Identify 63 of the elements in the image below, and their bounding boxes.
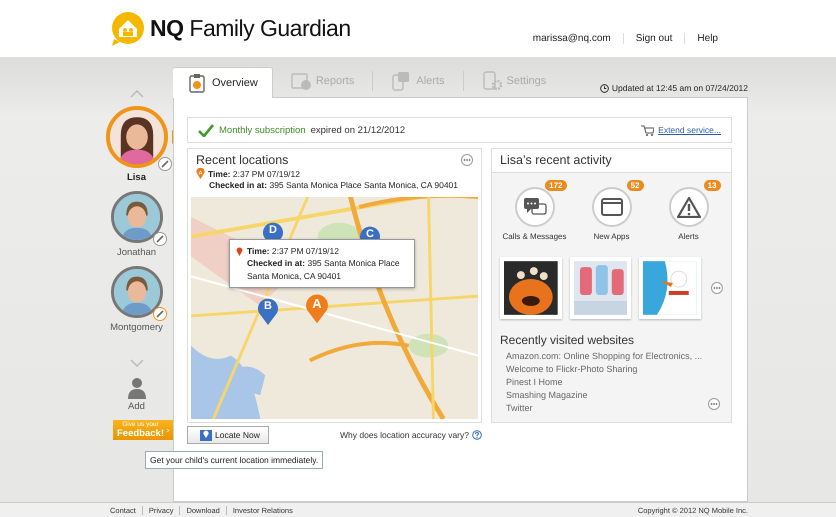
map-pin[interactable]: A <box>305 292 329 324</box>
section-title: Recently visited websites <box>499 332 636 349</box>
website-item[interactable]: Amazon.com: Online Shopping for Electronics, ... <box>492 350 731 363</box>
activity-label: Alerts <box>678 232 699 241</box>
pencil-icon[interactable] <box>158 157 172 171</box>
map-pin[interactable]: B <box>257 297 279 325</box>
phone-gear-icon <box>482 71 502 91</box>
popup-address: Checked in at: 395 Santa Monica Place <box>247 257 400 270</box>
header-link[interactable]: Help <box>684 33 730 44</box>
tab[interactable]: Overview <box>173 67 273 98</box>
card-title: Lisa’s recent activity <box>500 153 612 167</box>
pencil-icon[interactable] <box>152 307 166 321</box>
logo-text: NQ Family Guardian <box>150 15 351 42</box>
child-name: Montgomery <box>110 322 163 333</box>
plan-status: expired on 21/12/2012 <box>310 124 406 136</box>
location-address: Checked in at: 395 Santa Monica Place Santa Monica, CA 90401 <box>209 180 458 190</box>
website-item[interactable]: Pinest I Home <box>492 376 731 389</box>
child-avatar[interactable] <box>110 191 162 243</box>
house-logo-icon <box>110 10 146 46</box>
clock-icon <box>600 84 609 92</box>
count-badge: 172 <box>545 180 566 191</box>
photo-thumbnail[interactable] <box>570 257 632 319</box>
website-item[interactable]: Twitter <box>492 402 731 415</box>
more-icon[interactable] <box>711 282 723 294</box>
photo-thumbnail[interactable] <box>639 257 702 319</box>
child-name: Lisa <box>126 172 146 183</box>
add-label: Add <box>128 401 145 412</box>
plan-name: Monthly subscription <box>219 124 306 136</box>
count-badge: 13 <box>704 180 720 191</box>
child-avatar[interactable] <box>110 266 162 318</box>
website-item[interactable]: Welcome to Flickr-Photo Sharing <box>492 363 731 376</box>
count-badge: 52 <box>626 180 644 191</box>
popup-address: Santa Monica, CA 90401 <box>247 270 342 282</box>
cart-icon <box>641 124 654 136</box>
tooltip: Get your child's current location immediately. <box>145 451 324 469</box>
map-pin-icon <box>200 429 212 441</box>
add-person-icon[interactable] <box>126 377 146 399</box>
header-link[interactable]: marissa@nq.com <box>520 33 623 44</box>
location-pin-icon <box>236 246 243 256</box>
more-icon[interactable] <box>708 398 720 410</box>
website-item[interactable]: Smashing Magazine <box>492 389 731 402</box>
pencil-icon[interactable] <box>152 232 166 246</box>
checkmark-icon <box>198 124 214 136</box>
photo-thumbnail[interactable] <box>500 257 562 319</box>
card-title: Recent locations <box>196 153 288 167</box>
accuracy-link[interactable]: Why does location accuracy vary? <box>340 430 469 440</box>
activity-label: New Apps <box>593 232 630 241</box>
activity-button[interactable] <box>592 187 632 227</box>
location-time: Time: 2:37 PM 07/19/12 <box>208 168 300 178</box>
clipboard-icon <box>187 73 207 93</box>
child-name: Jonathan <box>116 247 156 258</box>
activity-label: Calls & Messages <box>502 232 567 241</box>
header-link[interactable]: Sign out <box>622 33 684 44</box>
activity-button[interactable] <box>668 187 708 227</box>
warning-icon <box>676 196 700 218</box>
extend-link[interactable]: Extend service... <box>641 124 721 136</box>
help-icon[interactable] <box>472 430 482 440</box>
updated-text: Updated at 12:45 am on 07/24/2012 <box>612 83 748 93</box>
activity-button[interactable] <box>514 187 554 227</box>
locate-now-button[interactable]: Locate Now <box>187 426 269 444</box>
more-icon[interactable] <box>461 154 473 166</box>
calendar-clock-icon <box>290 71 311 91</box>
app-window-icon <box>600 196 624 218</box>
